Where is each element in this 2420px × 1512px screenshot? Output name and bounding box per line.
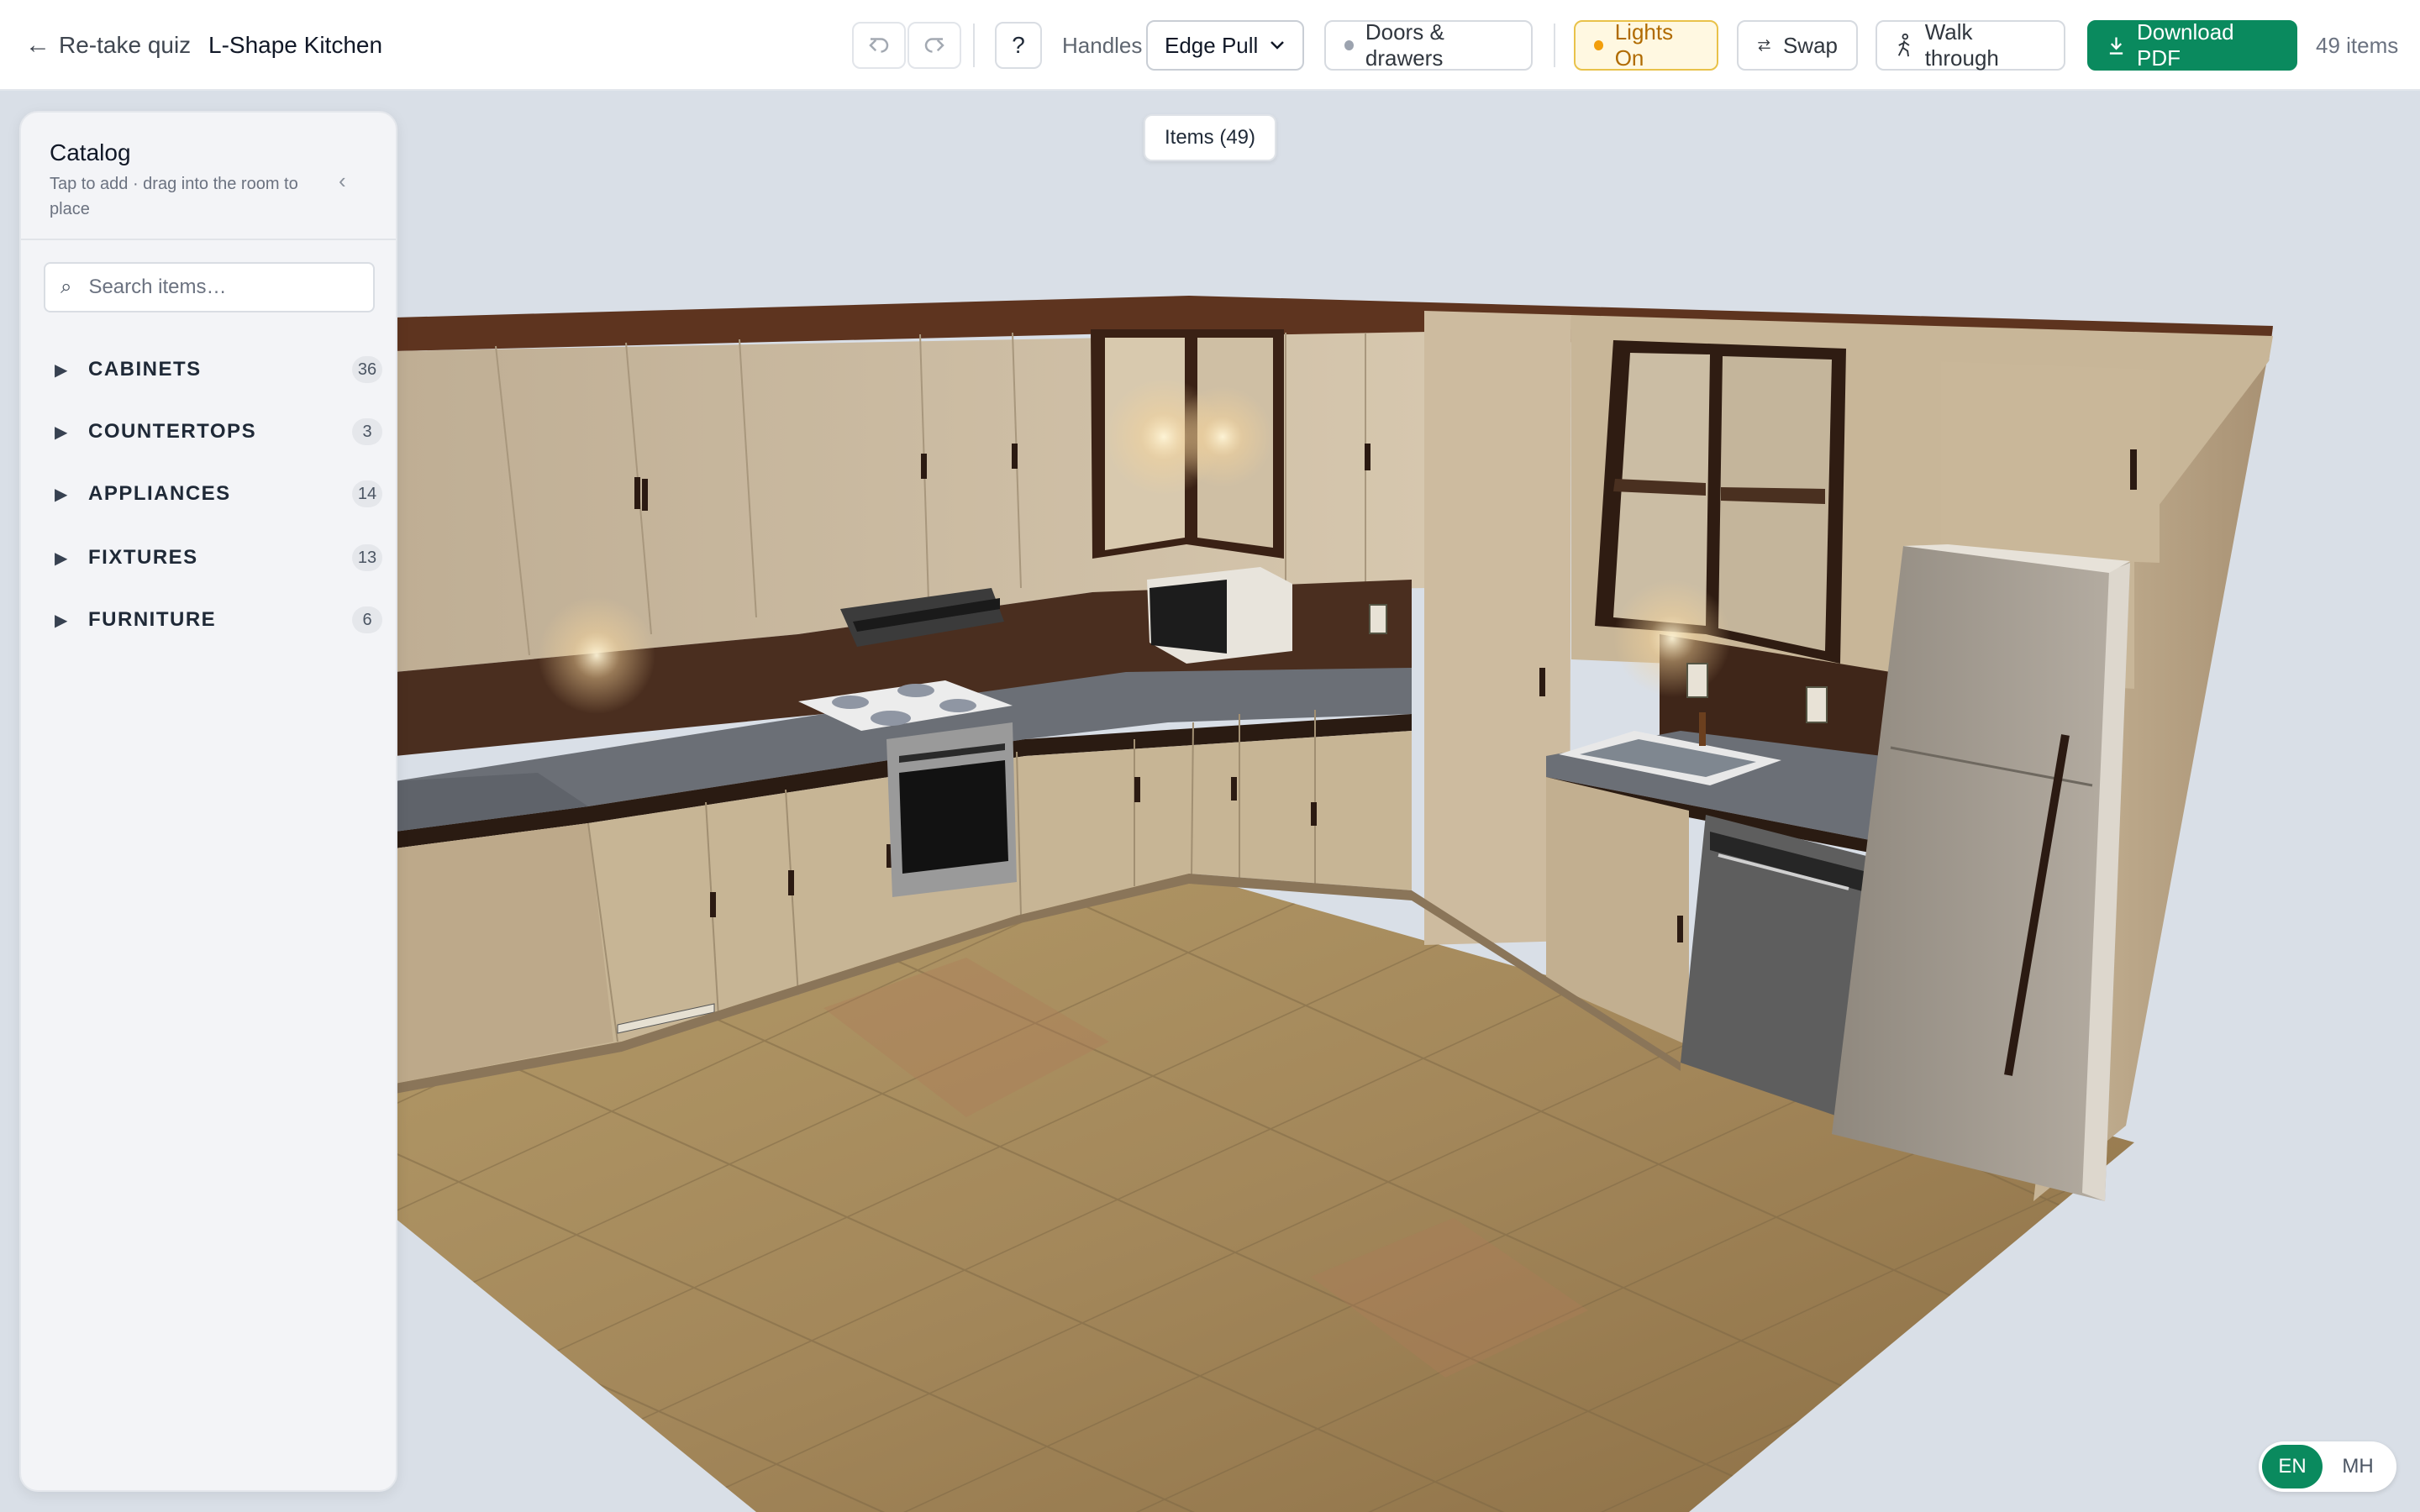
- category-name: COUNTERTOPS: [88, 420, 257, 443]
- category-count: 14: [352, 480, 382, 507]
- retake-quiz-label: Re-take quiz: [59, 32, 192, 58]
- pantry-handle: [1539, 668, 1545, 696]
- category-name: FIXTURES: [88, 546, 198, 569]
- wall-outlet: [1686, 663, 1708, 698]
- swap-button[interactable]: Swap: [1737, 20, 1858, 71]
- microwave-door: [1150, 580, 1227, 654]
- expand-icon: ▶: [55, 611, 68, 630]
- download-pdf-button[interactable]: Download PDF: [2087, 19, 2297, 71]
- language-en-button[interactable]: EN: [2262, 1445, 2323, 1488]
- category-appliances[interactable]: ▶ APPLIANCES 14: [55, 475, 382, 512]
- cabinet-light-glow: [1172, 386, 1273, 487]
- help-button[interactable]: ?: [995, 22, 1042, 69]
- lights-toggle[interactable]: Lights On: [1574, 19, 1718, 71]
- language-toggle: EN MH: [2259, 1441, 2396, 1492]
- base-cabinet-handle: [1677, 916, 1683, 942]
- handles-select-value: Edge Pull: [1165, 32, 1259, 58]
- category-count: 6: [352, 606, 382, 633]
- undo-icon: [869, 38, 889, 53]
- retake-quiz-link[interactable]: ← Re-take quiz: [25, 28, 191, 63]
- doors-drawers-toggle[interactable]: Doors & drawers: [1324, 19, 1533, 71]
- top-toolbar: ← Re-take quiz L-Shape Kitchen ? Handles…: [0, 0, 2420, 91]
- expand-icon: ▶: [55, 423, 68, 442]
- under-cabinet-light: [538, 596, 655, 714]
- toolbar-divider: [973, 24, 975, 67]
- oven-window: [899, 760, 1008, 874]
- language-mh-button[interactable]: MH: [2328, 1445, 2388, 1488]
- category-cabinets[interactable]: ▶ CABINETS 36: [55, 351, 382, 388]
- status-dot-icon: [1344, 40, 1354, 50]
- category-count: 13: [352, 544, 382, 571]
- catalog-panel: Catalog Tap to add · drag into the room …: [19, 111, 397, 1492]
- under-cabinet-light: [1613, 580, 1731, 697]
- handles-label: Handles: [1062, 32, 1143, 58]
- category-name: FURNITURE: [88, 608, 217, 631]
- category-countertops[interactable]: ▶ COUNTERTOPS 3: [55, 413, 382, 450]
- category-name: CABINETS: [88, 358, 202, 381]
- catalog-header: Catalog Tap to add · drag into the room …: [21, 113, 396, 240]
- doors-drawers-label: Doors & drawers: [1365, 19, 1444, 71]
- wall-outlet: [1369, 604, 1387, 634]
- upper-cabinet-corner: [1941, 361, 2160, 563]
- back-arrow-icon: ←: [25, 31, 50, 59]
- catalog-search[interactable]: ⌕: [44, 262, 375, 312]
- walk-through-button[interactable]: Walk through: [1876, 19, 2065, 71]
- items-list-button[interactable]: Items (49): [1144, 114, 1276, 161]
- category-name: APPLIANCES: [88, 482, 231, 505]
- swap-icon: [1758, 39, 1770, 51]
- category-count: 36: [352, 356, 382, 383]
- category-fixtures[interactable]: ▶ FIXTURES 13: [55, 539, 382, 576]
- upper-cabinet-handle: [2130, 449, 2137, 490]
- swap-label: Swap: [1782, 32, 1838, 58]
- undo-button[interactable]: [852, 22, 906, 69]
- expand-icon: ▶: [55, 485, 68, 504]
- items-count: 49 items: [2316, 32, 2399, 58]
- chevron-down-icon: [1270, 41, 1284, 50]
- toolbar-divider: [1554, 24, 1555, 67]
- handles-select[interactable]: Edge Pull: [1146, 20, 1304, 71]
- lights-label: Lights On: [1614, 19, 1674, 71]
- wall-outlet: [1806, 686, 1828, 723]
- download-icon: [2109, 37, 2123, 55]
- walk-through-label: Walk through: [1924, 19, 1999, 71]
- search-icon: ⌕: [60, 276, 72, 298]
- faucet: [1699, 712, 1706, 746]
- light-dot-icon: [1594, 40, 1603, 50]
- download-pdf-label: Download PDF: [2137, 19, 2234, 71]
- search-input[interactable]: [88, 276, 358, 299]
- category-furniture[interactable]: ▶ FURNITURE 6: [55, 601, 382, 638]
- redo-icon: [924, 38, 944, 53]
- curved-end-cabinet: [395, 823, 613, 1084]
- expand-icon: ▶: [55, 549, 68, 568]
- category-count: 3: [352, 418, 382, 445]
- catalog-title: Catalog: [50, 139, 131, 165]
- walking-person-icon: [1897, 33, 1910, 57]
- catalog-subtitle: Tap to add · drag into the room to place: [50, 175, 298, 218]
- collapse-panel-icon[interactable]: ‹: [339, 168, 346, 194]
- redo-button[interactable]: [908, 22, 961, 69]
- expand-icon: ▶: [55, 360, 68, 380]
- room-title: L-Shape Kitchen: [208, 32, 383, 58]
